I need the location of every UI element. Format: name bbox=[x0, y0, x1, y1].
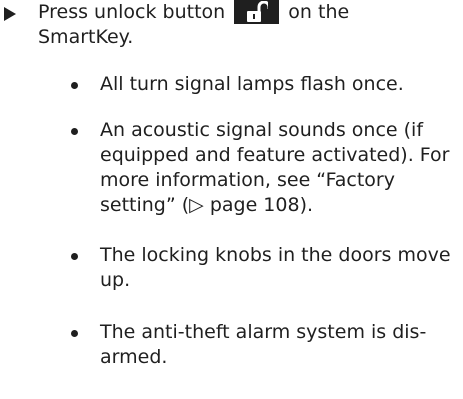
bullet-dot bbox=[71, 128, 78, 135]
list-item-text: An acoustic signal sounds once (if equip… bbox=[100, 119, 450, 216]
list-item-text: The anti-theft alarm system is dis-armed… bbox=[100, 321, 427, 368]
bullet-dot bbox=[71, 82, 78, 89]
step-arrow-icon bbox=[4, 7, 16, 21]
bullet-dot bbox=[71, 253, 78, 260]
unlock-icon bbox=[234, 0, 280, 24]
step-text: Press unlock button on the SmartKey. bbox=[38, 0, 448, 50]
list-item-text: All turn signal lamps flash once. bbox=[100, 73, 404, 95]
list-item-text: The locking knobs in the doors move up. bbox=[100, 244, 451, 291]
step-text-before: Press unlock button bbox=[38, 1, 226, 23]
unlock-icon-graphic bbox=[247, 1, 269, 22]
bullet-dot bbox=[71, 330, 78, 337]
